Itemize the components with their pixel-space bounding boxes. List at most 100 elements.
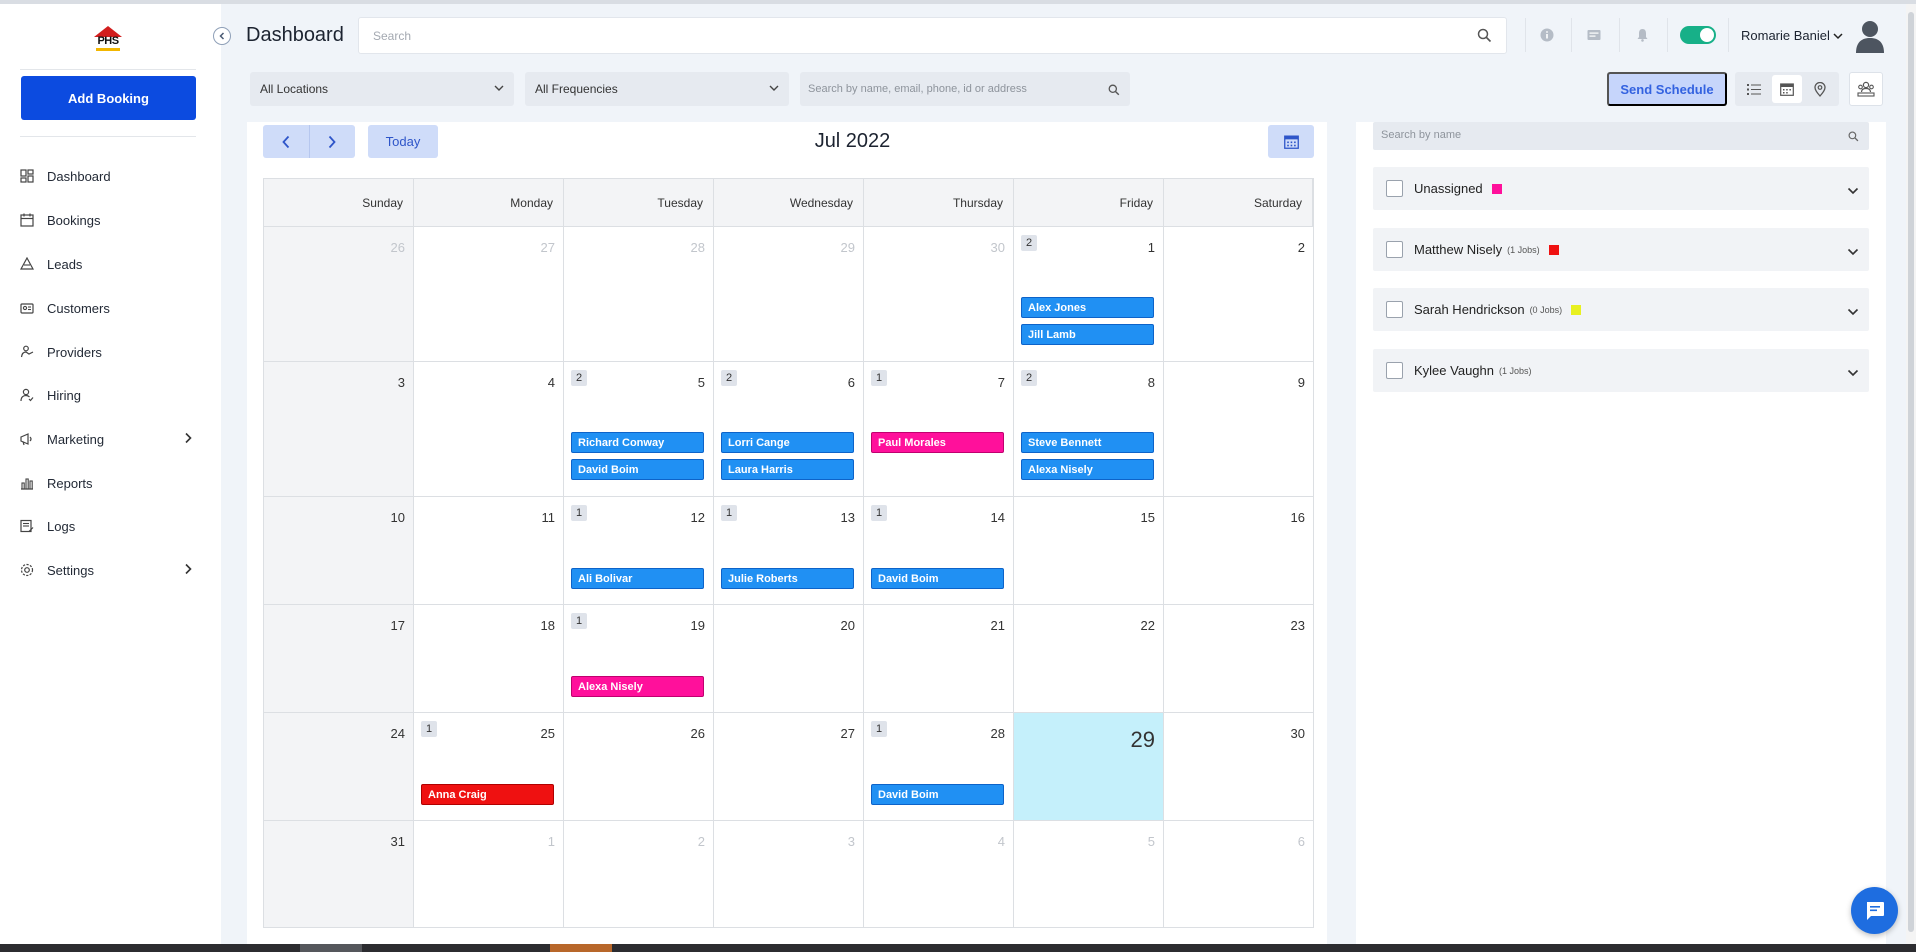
add-booking-button[interactable]: Add Booking: [21, 76, 196, 120]
day-cell[interactable]: 29: [714, 227, 864, 362]
job-count-badge[interactable]: 1: [871, 505, 887, 521]
sidebar-item-logs[interactable]: Logs: [20, 511, 200, 541]
day-cell[interactable]: 2: [1164, 227, 1313, 362]
day-cell[interactable]: 20: [714, 605, 864, 713]
date-picker-button[interactable]: [1268, 125, 1314, 158]
day-cell[interactable]: 24: [264, 713, 414, 821]
day-cell[interactable]: 11: [414, 497, 564, 605]
day-cell[interactable]: 28 1 David Boim: [864, 713, 1014, 821]
search-icon[interactable]: [1108, 83, 1120, 101]
booking-event[interactable]: David Boim: [871, 568, 1004, 589]
booking-event[interactable]: David Boim: [871, 784, 1004, 805]
chat-button[interactable]: [1851, 887, 1898, 934]
booking-event[interactable]: Richard Conway: [571, 432, 704, 453]
day-cell[interactable]: 16: [1164, 497, 1313, 605]
day-cell[interactable]: 21: [864, 605, 1014, 713]
location-select[interactable]: All Locations: [250, 72, 514, 106]
day-cell[interactable]: 7 1 Paul Morales: [864, 362, 1014, 497]
provider-checkbox[interactable]: [1386, 241, 1403, 258]
day-cell[interactable]: 31: [264, 821, 414, 927]
global-search-input[interactable]: [373, 29, 1423, 43]
day-cell[interactable]: 4: [864, 821, 1014, 927]
app-logo[interactable]: PHS: [92, 26, 124, 52]
day-cell[interactable]: 14 1 David Boim: [864, 497, 1014, 605]
sidebar-item-leads[interactable]: Leads: [20, 249, 200, 279]
list-view-button[interactable]: [1739, 75, 1769, 103]
day-cell[interactable]: 30: [864, 227, 1014, 362]
job-count-badge[interactable]: 1: [421, 721, 437, 737]
day-cell[interactable]: 9: [1164, 362, 1313, 497]
job-count-badge[interactable]: 1: [871, 721, 887, 737]
sidebar-item-bookings[interactable]: Bookings: [20, 205, 200, 235]
booking-event[interactable]: Paul Morales: [871, 432, 1004, 453]
day-cell[interactable]: 3: [264, 362, 414, 497]
day-cell[interactable]: 8 2 Steve Bennett Alexa Nisely: [1014, 362, 1164, 497]
user-menu[interactable]: Romarie Baniel: [1741, 28, 1843, 43]
day-cell[interactable]: 18: [414, 605, 564, 713]
previous-month-button[interactable]: [263, 125, 309, 158]
job-count-badge[interactable]: 2: [571, 370, 587, 386]
frequency-select[interactable]: All Frequencies: [525, 72, 789, 106]
sidebar-item-marketing[interactable]: Marketing: [20, 424, 200, 454]
sidebar-item-settings[interactable]: Settings: [20, 555, 200, 585]
job-count-badge[interactable]: 1: [721, 505, 737, 521]
day-cell[interactable]: 15: [1014, 497, 1164, 605]
taskbar-item[interactable]: [550, 944, 612, 952]
team-view-button[interactable]: [1849, 72, 1883, 106]
day-cell[interactable]: 25 1 Anna Craig: [414, 713, 564, 821]
sidebar-item-dashboard[interactable]: Dashboard: [20, 161, 200, 191]
day-cell[interactable]: 30: [1164, 713, 1313, 821]
map-view-button[interactable]: [1805, 75, 1835, 103]
info-icon[interactable]: [1539, 27, 1555, 43]
day-cell[interactable]: 2: [564, 821, 714, 927]
day-cell[interactable]: 5 2 Richard Conway David Boim: [564, 362, 714, 497]
job-count-badge[interactable]: 2: [721, 370, 737, 386]
search-icon[interactable]: [1477, 28, 1492, 48]
booking-event[interactable]: David Boim: [571, 459, 704, 480]
day-cell[interactable]: 12 1 Ali Bolivar: [564, 497, 714, 605]
day-cell[interactable]: 27: [714, 713, 864, 821]
chevron-down-icon[interactable]: [1847, 182, 1859, 200]
day-cell[interactable]: 17: [264, 605, 414, 713]
sidebar-item-providers[interactable]: Providers: [20, 337, 200, 367]
day-cell[interactable]: 6 2 Lorri Cange Laura Harris: [714, 362, 864, 497]
day-cell-today[interactable]: 29: [1014, 713, 1164, 821]
provider-row[interactable]: Matthew Nisely (1 Jobs): [1373, 228, 1869, 271]
today-button[interactable]: Today: [368, 125, 438, 158]
provider-row[interactable]: Sarah Hendrickson (0 Jobs): [1373, 288, 1869, 331]
chevron-down-icon[interactable]: [1847, 303, 1859, 321]
day-cell[interactable]: 19 1 Alexa Nisely: [564, 605, 714, 713]
scrollbar-thumb[interactable]: [1908, 12, 1914, 932]
booking-event[interactable]: Laura Harris: [721, 459, 854, 480]
job-count-badge[interactable]: 2: [1021, 370, 1037, 386]
day-cell[interactable]: 5: [1014, 821, 1164, 927]
booking-event[interactable]: Steve Bennett: [1021, 432, 1154, 453]
send-schedule-button[interactable]: Send Schedule: [1607, 72, 1727, 106]
sidebar-item-reports[interactable]: Reports: [20, 468, 200, 498]
day-cell[interactable]: 1: [414, 821, 564, 927]
collapse-sidebar-button[interactable]: [213, 27, 231, 45]
day-cell[interactable]: 26: [264, 227, 414, 362]
day-cell[interactable]: 27: [414, 227, 564, 362]
sidebar-item-customers[interactable]: Customers: [20, 293, 200, 323]
taskbar-item[interactable]: [300, 944, 362, 952]
provider-search-input[interactable]: [1381, 129, 1821, 141]
booking-event[interactable]: Anna Craig: [421, 784, 554, 805]
next-month-button[interactable]: [309, 125, 355, 158]
booking-event[interactable]: Alexa Nisely: [571, 676, 704, 697]
provider-checkbox[interactable]: [1386, 301, 1403, 318]
sidebar-item-hiring[interactable]: Hiring: [20, 380, 200, 410]
day-cell[interactable]: 3: [714, 821, 864, 927]
search-icon[interactable]: [1848, 129, 1859, 147]
day-cell[interactable]: 23: [1164, 605, 1313, 713]
provider-checkbox[interactable]: [1386, 362, 1403, 379]
provider-checkbox[interactable]: [1386, 180, 1403, 197]
day-cell[interactable]: 4: [414, 362, 564, 497]
booking-event[interactable]: Jill Lamb: [1021, 324, 1154, 345]
page-scrollbar[interactable]: [1906, 4, 1916, 944]
booking-event[interactable]: Ali Bolivar: [571, 568, 704, 589]
booking-event[interactable]: Julie Roberts: [721, 568, 854, 589]
job-count-badge[interactable]: 2: [1021, 235, 1037, 251]
bell-icon[interactable]: [1634, 27, 1650, 43]
booking-search-input[interactable]: [808, 83, 1098, 95]
